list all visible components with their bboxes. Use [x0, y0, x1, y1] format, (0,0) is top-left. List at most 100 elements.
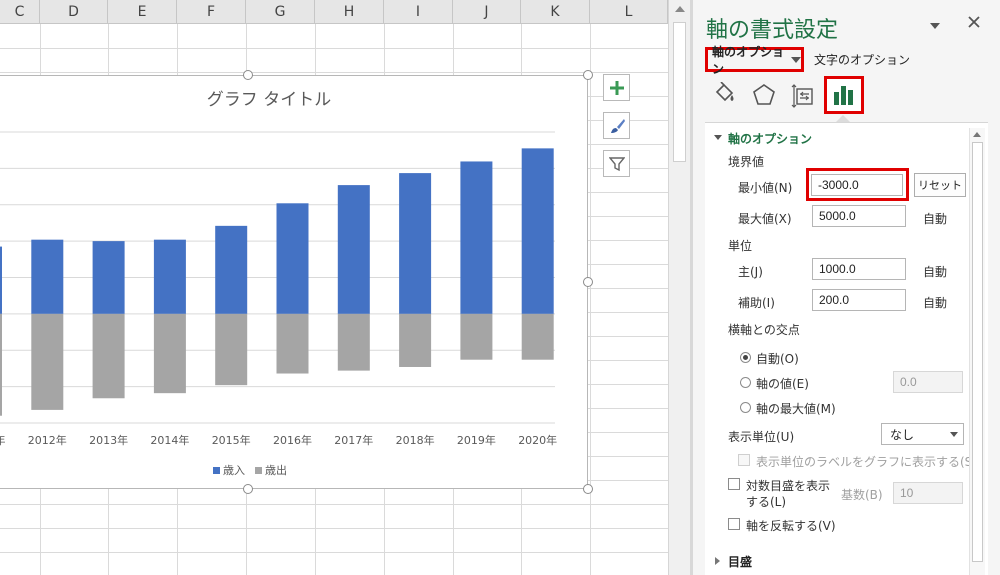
bar-expense-6[interactable]	[337, 313, 370, 371]
plus-icon	[609, 80, 624, 95]
worksheet-grid[interactable]: C D E F G H I J K L グラフ タイトル 2012年 2013年…	[0, 0, 668, 575]
scroll-up-icon[interactable]	[675, 6, 685, 12]
max-bound-input[interactable]: 5000.0	[812, 205, 906, 227]
chart-styles-button[interactable]	[603, 112, 630, 139]
column-header-L[interactable]: L	[590, 0, 668, 24]
pane-options-dropdown[interactable]	[929, 22, 941, 30]
major-unit-input[interactable]: 1000.0	[812, 258, 906, 280]
column-header-C[interactable]: C	[0, 0, 40, 24]
resize-handle-bottom-right[interactable]	[583, 484, 593, 494]
x-tick-label: 2015年	[212, 433, 251, 447]
bar-expense-9[interactable]	[521, 313, 554, 360]
bar-revenue-2[interactable]	[92, 241, 125, 314]
bar-expense-4[interactable]	[215, 313, 248, 386]
bar-expense-0[interactable]	[0, 313, 2, 416]
tab-axis-options[interactable]: 軸のオプション	[705, 45, 804, 76]
reset-button[interactable]: リセット	[914, 173, 966, 197]
bar-expense-2[interactable]	[92, 313, 125, 399]
bar-revenue-1[interactable]	[31, 239, 64, 314]
resize-handle-right[interactable]	[583, 277, 593, 287]
excel-window: C D E F G H I J K L グラフ タイトル 2012年 2013年…	[0, 0, 1000, 575]
log-scale-checkbox[interactable]	[728, 478, 740, 490]
chart-elements-button[interactable]	[603, 74, 630, 101]
chart-legend[interactable]: 歳入 歳出	[213, 463, 287, 477]
bar-expense-1[interactable]	[31, 313, 64, 410]
tab-text-options[interactable]: 文字のオプション	[814, 51, 910, 68]
expand-icon[interactable]	[715, 557, 720, 565]
x-tick-label: 2018年	[396, 433, 435, 447]
column-header-G[interactable]: G	[246, 0, 315, 24]
highlight-box	[806, 168, 909, 201]
section-axis-options[interactable]: 軸のオプション	[728, 130, 812, 147]
column-header-H[interactable]: H	[315, 0, 384, 24]
bar-revenue-5[interactable]	[276, 203, 309, 314]
cross-value-label[interactable]: 軸の値(E)	[756, 375, 809, 392]
minor-auto-label: 自動	[923, 296, 948, 310]
bar-revenue-9[interactable]	[521, 148, 554, 314]
resize-handle-bottom[interactable]	[243, 484, 253, 494]
bar-expense-5[interactable]	[276, 313, 309, 374]
bar-expense-8[interactable]	[460, 313, 493, 360]
chevron-down-icon	[950, 432, 958, 437]
cross-value-input[interactable]: 0.0	[893, 371, 963, 393]
bar-revenue-4[interactable]	[215, 225, 248, 314]
column-header-J[interactable]: J	[453, 0, 521, 24]
paintbrush-icon	[610, 118, 625, 133]
grid-line	[0, 48, 668, 49]
cross-value-radio[interactable]	[740, 377, 751, 388]
cross-auto-radio[interactable]	[740, 352, 751, 363]
scrollbar-thumb[interactable]	[673, 22, 686, 162]
bar-revenue-0[interactable]	[0, 246, 2, 314]
fill-line-tab[interactable]	[704, 76, 744, 114]
log-scale-label-line1[interactable]: 対数目盛を表示	[746, 477, 830, 494]
section-ticks[interactable]: 目盛	[728, 553, 752, 570]
collapse-icon[interactable]	[714, 135, 722, 140]
worksheet-vertical-scrollbar[interactable]	[668, 0, 690, 575]
pane-vertical-scrollbar[interactable]	[969, 128, 985, 575]
column-header-K[interactable]: K	[521, 0, 590, 24]
size-properties-tab[interactable]	[784, 76, 824, 114]
x-tick-label: 2016年	[273, 433, 312, 447]
axis-options-tab[interactable]	[824, 76, 864, 114]
column-header-D[interactable]: D	[40, 0, 108, 24]
chart-area[interactable]: グラフ タイトル 2011年 2012年 2013年 2014年 2015年 2016年 2…	[0, 75, 588, 489]
resize-handle-top-right[interactable]	[583, 70, 593, 80]
show-units-label-checkbox[interactable]	[738, 454, 750, 466]
chart-plot[interactable]: グラフ タイトル 2011年 2012年 2013年 2014年 2015年 2016年 2…	[0, 76, 589, 490]
chevron-down-icon	[930, 23, 940, 29]
cross-auto-label[interactable]: 自動(O)	[756, 350, 799, 367]
chart-title[interactable]: グラフ タイトル	[207, 90, 331, 110]
size-properties-icon	[791, 84, 813, 108]
reverse-axis-label[interactable]: 軸を反転する(V)	[746, 517, 836, 534]
effects-tab[interactable]	[744, 76, 784, 114]
pentagon-icon	[753, 84, 775, 105]
bar-revenue-3[interactable]	[153, 239, 186, 314]
bar-expense-7[interactable]	[399, 313, 432, 367]
display-units-select[interactable]: なし	[881, 423, 964, 445]
close-pane-button[interactable]	[967, 13, 981, 34]
column-header-F[interactable]: F	[177, 0, 246, 24]
grid-line	[0, 504, 668, 505]
minor-unit-input[interactable]: 200.0	[812, 289, 906, 311]
cross-max-label[interactable]: 軸の最大値(M)	[756, 400, 836, 417]
legend-entry-expense[interactable]: 歳出	[265, 463, 287, 477]
scroll-up-icon[interactable]	[973, 132, 981, 137]
log-base-input[interactable]: 10	[893, 482, 963, 504]
bar-revenue-8[interactable]	[460, 161, 493, 314]
bar-expense-3[interactable]	[153, 313, 186, 394]
reverse-axis-checkbox[interactable]	[728, 518, 740, 530]
bar-revenue-7[interactable]	[399, 173, 432, 314]
grid-line	[0, 72, 668, 73]
log-scale-label-line2[interactable]: する(L)	[746, 493, 786, 510]
column-header-E[interactable]: E	[108, 0, 177, 24]
chevron-down-icon	[791, 56, 801, 63]
resize-handle-top[interactable]	[243, 70, 253, 80]
bar-revenue-6[interactable]	[337, 185, 370, 314]
scrollbar-thumb[interactable]	[972, 142, 983, 562]
column-header-I[interactable]: I	[384, 0, 453, 24]
x-tick-label: 2019年	[457, 433, 496, 447]
max-label: 最大値(X)	[738, 212, 792, 226]
legend-entry-revenue[interactable]: 歳入	[223, 464, 245, 477]
chart-filters-button[interactable]	[603, 150, 630, 177]
cross-max-radio[interactable]	[740, 402, 751, 413]
